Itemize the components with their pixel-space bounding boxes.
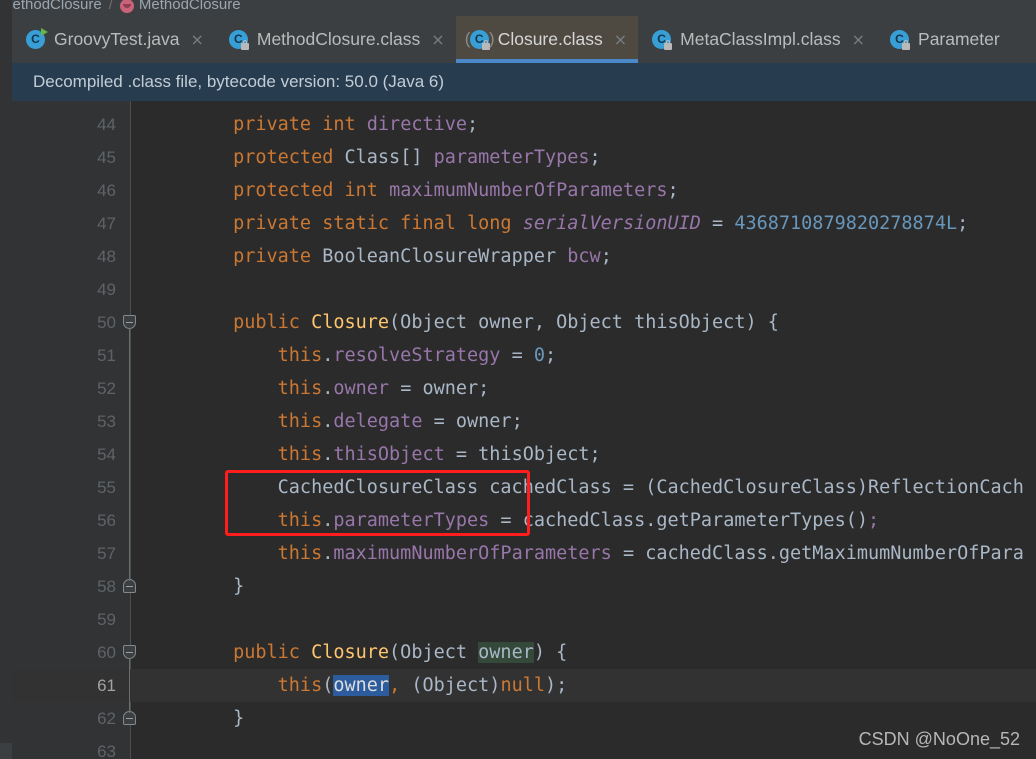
- code-line[interactable]: 58 }: [12, 570, 1036, 603]
- line-number: 47: [97, 214, 116, 233]
- breadcrumb: MethodClosure / MethodClosure: [0, 0, 1036, 16]
- line-number: 56: [97, 511, 116, 530]
- close-icon[interactable]: ×: [190, 31, 203, 48]
- code-line-text[interactable]: this.resolveStrategy = 0;: [144, 339, 556, 372]
- code-line[interactable]: 53 this.delegate = owner;: [12, 405, 1036, 438]
- editor-tab-label: Parameter: [918, 29, 1000, 49]
- class-file-locked-icon: C: [890, 30, 911, 50]
- editor-tab-label: MetaClassImpl.class: [680, 29, 841, 49]
- code-line[interactable]: 47 private static final long serialVersi…: [12, 207, 1036, 240]
- line-number: 55: [97, 478, 116, 497]
- code-line[interactable]: 55 CachedClosureClass cachedClass = (Cac…: [12, 471, 1036, 504]
- line-number: 48: [97, 247, 116, 266]
- code-line-text[interactable]: this.thisObject = thisObject;: [144, 438, 601, 471]
- fold-guide-line: [129, 328, 130, 581]
- code-line-text[interactable]: this.maximumNumberOfParameters = cachedC…: [144, 537, 1024, 570]
- code-line[interactable]: 57 this.maximumNumberOfParameters = cach…: [12, 537, 1036, 570]
- line-number: 52: [97, 379, 116, 398]
- editor-tab-methodclosure-class[interactable]: C MethodClosure.class ×: [214, 16, 456, 63]
- watermark: CSDN @NoOne_52: [858, 729, 1020, 749]
- code-line[interactable]: 51 this.resolveStrategy = 0;: [12, 339, 1036, 372]
- breadcrumb-segment-2[interactable]: MethodClosure: [139, 0, 241, 13]
- editor-tab-groovytest-java[interactable]: C GroovyTest.java ×: [12, 16, 215, 63]
- line-number: 61: [97, 676, 116, 695]
- line-number: 59: [97, 610, 116, 629]
- line-number: 51: [97, 346, 116, 365]
- editor-tab-metaclassimpl-class[interactable]: C MetaClassImpl.class ×: [638, 16, 877, 63]
- code-line[interactable]: 44 private int directive;: [12, 108, 1036, 141]
- line-number: 49: [97, 280, 116, 299]
- code-line[interactable]: 45 protected Class[] parameterTypes;: [12, 141, 1036, 174]
- class-file-locked-icon: C: [228, 30, 249, 50]
- line-number: 53: [97, 412, 116, 431]
- code-line-text[interactable]: public Closure(Object owner) {: [144, 636, 567, 669]
- editor-tab-label: GroovyTest.java: [54, 29, 180, 49]
- class-file-locked-icon: C: [652, 30, 673, 50]
- editor-tab-label: Closure.class: [497, 29, 603, 49]
- editor-tab-bar: CGroovyTest.java×CMethodClosure.class×CC…: [0, 16, 1036, 63]
- line-number: 58: [97, 577, 116, 596]
- decompiled-notice-banner: Decompiled .class file, bytecode version…: [12, 63, 1036, 101]
- editor-tab-closure-class[interactable]: CClosure.class ×: [455, 16, 639, 63]
- code-line[interactable]: 50 public Closure(Object owner, Object t…: [12, 306, 1036, 339]
- class-file-locked-icon: C: [465, 29, 495, 50]
- code-line-text[interactable]: private BooleanClosureWrapper bcw;: [144, 240, 612, 273]
- editor-tab-parameter[interactable]: C Parameter: [876, 16, 1011, 63]
- line-number: 57: [97, 544, 116, 563]
- code-line-text[interactable]: this.delegate = owner;: [144, 405, 523, 438]
- code-line[interactable]: 48 private BooleanClosureWrapper bcw;: [12, 240, 1036, 273]
- code-line-text[interactable]: }: [144, 702, 244, 735]
- close-icon[interactable]: ×: [614, 31, 627, 48]
- code-line-text[interactable]: private int directive;: [144, 108, 478, 141]
- code-editor[interactable]: 44 private int directive; 45 protected Cl…: [12, 101, 1036, 759]
- code-line-text[interactable]: this(owner, (Object)null);: [144, 669, 567, 702]
- code-line[interactable]: 52 this.owner = owner;: [12, 372, 1036, 405]
- code-line-text[interactable]: }: [144, 570, 244, 603]
- fold-expand-icon[interactable]: [123, 315, 136, 329]
- line-number: 62: [97, 709, 116, 728]
- breadcrumb-separator: /: [108, 0, 113, 13]
- code-line-text[interactable]: protected int maximumNumberOfParameters;: [144, 174, 679, 207]
- code-line[interactable]: 59: [12, 603, 1036, 636]
- line-number: 45: [97, 148, 116, 167]
- code-line[interactable]: 56 this.parameterTypes = cachedClass.get…: [12, 504, 1036, 537]
- code-line[interactable]: 60 public Closure(Object owner) {: [12, 636, 1036, 669]
- line-number: 54: [97, 445, 116, 464]
- fold-expand-icon[interactable]: [123, 645, 136, 659]
- groovy-class-icon: [119, 0, 134, 13]
- line-number: 60: [97, 643, 116, 662]
- close-icon[interactable]: ×: [431, 31, 444, 48]
- line-number: 63: [97, 742, 116, 759]
- code-line-text[interactable]: public Closure(Object owner, Object this…: [144, 306, 779, 339]
- code-line[interactable]: 49: [12, 273, 1036, 306]
- tool-window-stripe: [0, 0, 12, 743]
- line-number: 50: [97, 313, 116, 332]
- groovy-file-icon: C: [26, 28, 48, 49]
- code-line[interactable]: 61 this(owner, (Object)null);: [12, 669, 1036, 702]
- line-number: 46: [97, 181, 116, 200]
- fold-collapse-icon[interactable]: [123, 711, 136, 725]
- fold-collapse-icon[interactable]: [123, 579, 136, 593]
- fold-guide-line: [129, 658, 130, 713]
- code-line-text[interactable]: this.parameterTypes = cachedClass.getPar…: [144, 504, 879, 537]
- code-line-text[interactable]: private static final long serialVersionU…: [144, 207, 968, 240]
- line-number: 44: [97, 115, 116, 134]
- code-line-text[interactable]: protected Class[] parameterTypes;: [144, 141, 601, 174]
- code-line-text[interactable]: CachedClosureClass cachedClass = (Cached…: [144, 471, 1024, 504]
- ide-window: MethodClosure / MethodClosure C GroovyTes…: [0, 0, 1036, 759]
- code-line[interactable]: 46 protected int maximumNumberOfParamete…: [12, 174, 1036, 207]
- code-line[interactable]: 54 this.thisObject = thisObject;: [12, 438, 1036, 471]
- close-icon[interactable]: ×: [852, 31, 865, 48]
- editor-tab-label: MethodClosure.class: [256, 29, 421, 49]
- code-line-text[interactable]: this.owner = owner;: [144, 372, 490, 405]
- decompiled-notice-text: Decompiled .class file, bytecode version…: [33, 72, 445, 91]
- breadcrumb-segment-1[interactable]: MethodClosure: [0, 0, 102, 13]
